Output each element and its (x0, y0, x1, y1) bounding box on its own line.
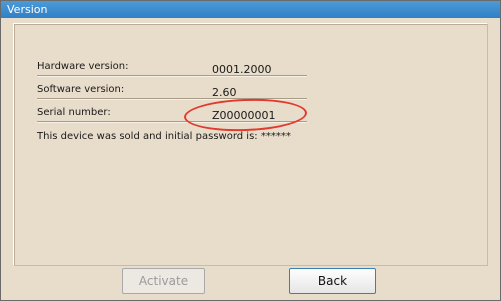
hardware-version-row: Hardware version: 0001.2000 (37, 57, 307, 76)
hardware-version-label: Hardware version: (37, 61, 129, 72)
hardware-version-value: 0001.2000 (212, 63, 272, 76)
software-version-label: Software version: (37, 84, 125, 95)
sold-password-note: This device was sold and initial passwor… (37, 131, 291, 142)
activate-button[interactable]: Activate (122, 268, 205, 294)
back-button[interactable]: Back (289, 268, 376, 294)
dialog-title: Version (1, 1, 500, 18)
version-dialog: Version Hardware version: 0001.2000 Soft… (0, 0, 501, 301)
software-version-row: Software version: 2.60 (37, 80, 307, 99)
software-version-value: 2.60 (212, 86, 237, 99)
serial-number-label: Serial number: (37, 107, 111, 118)
